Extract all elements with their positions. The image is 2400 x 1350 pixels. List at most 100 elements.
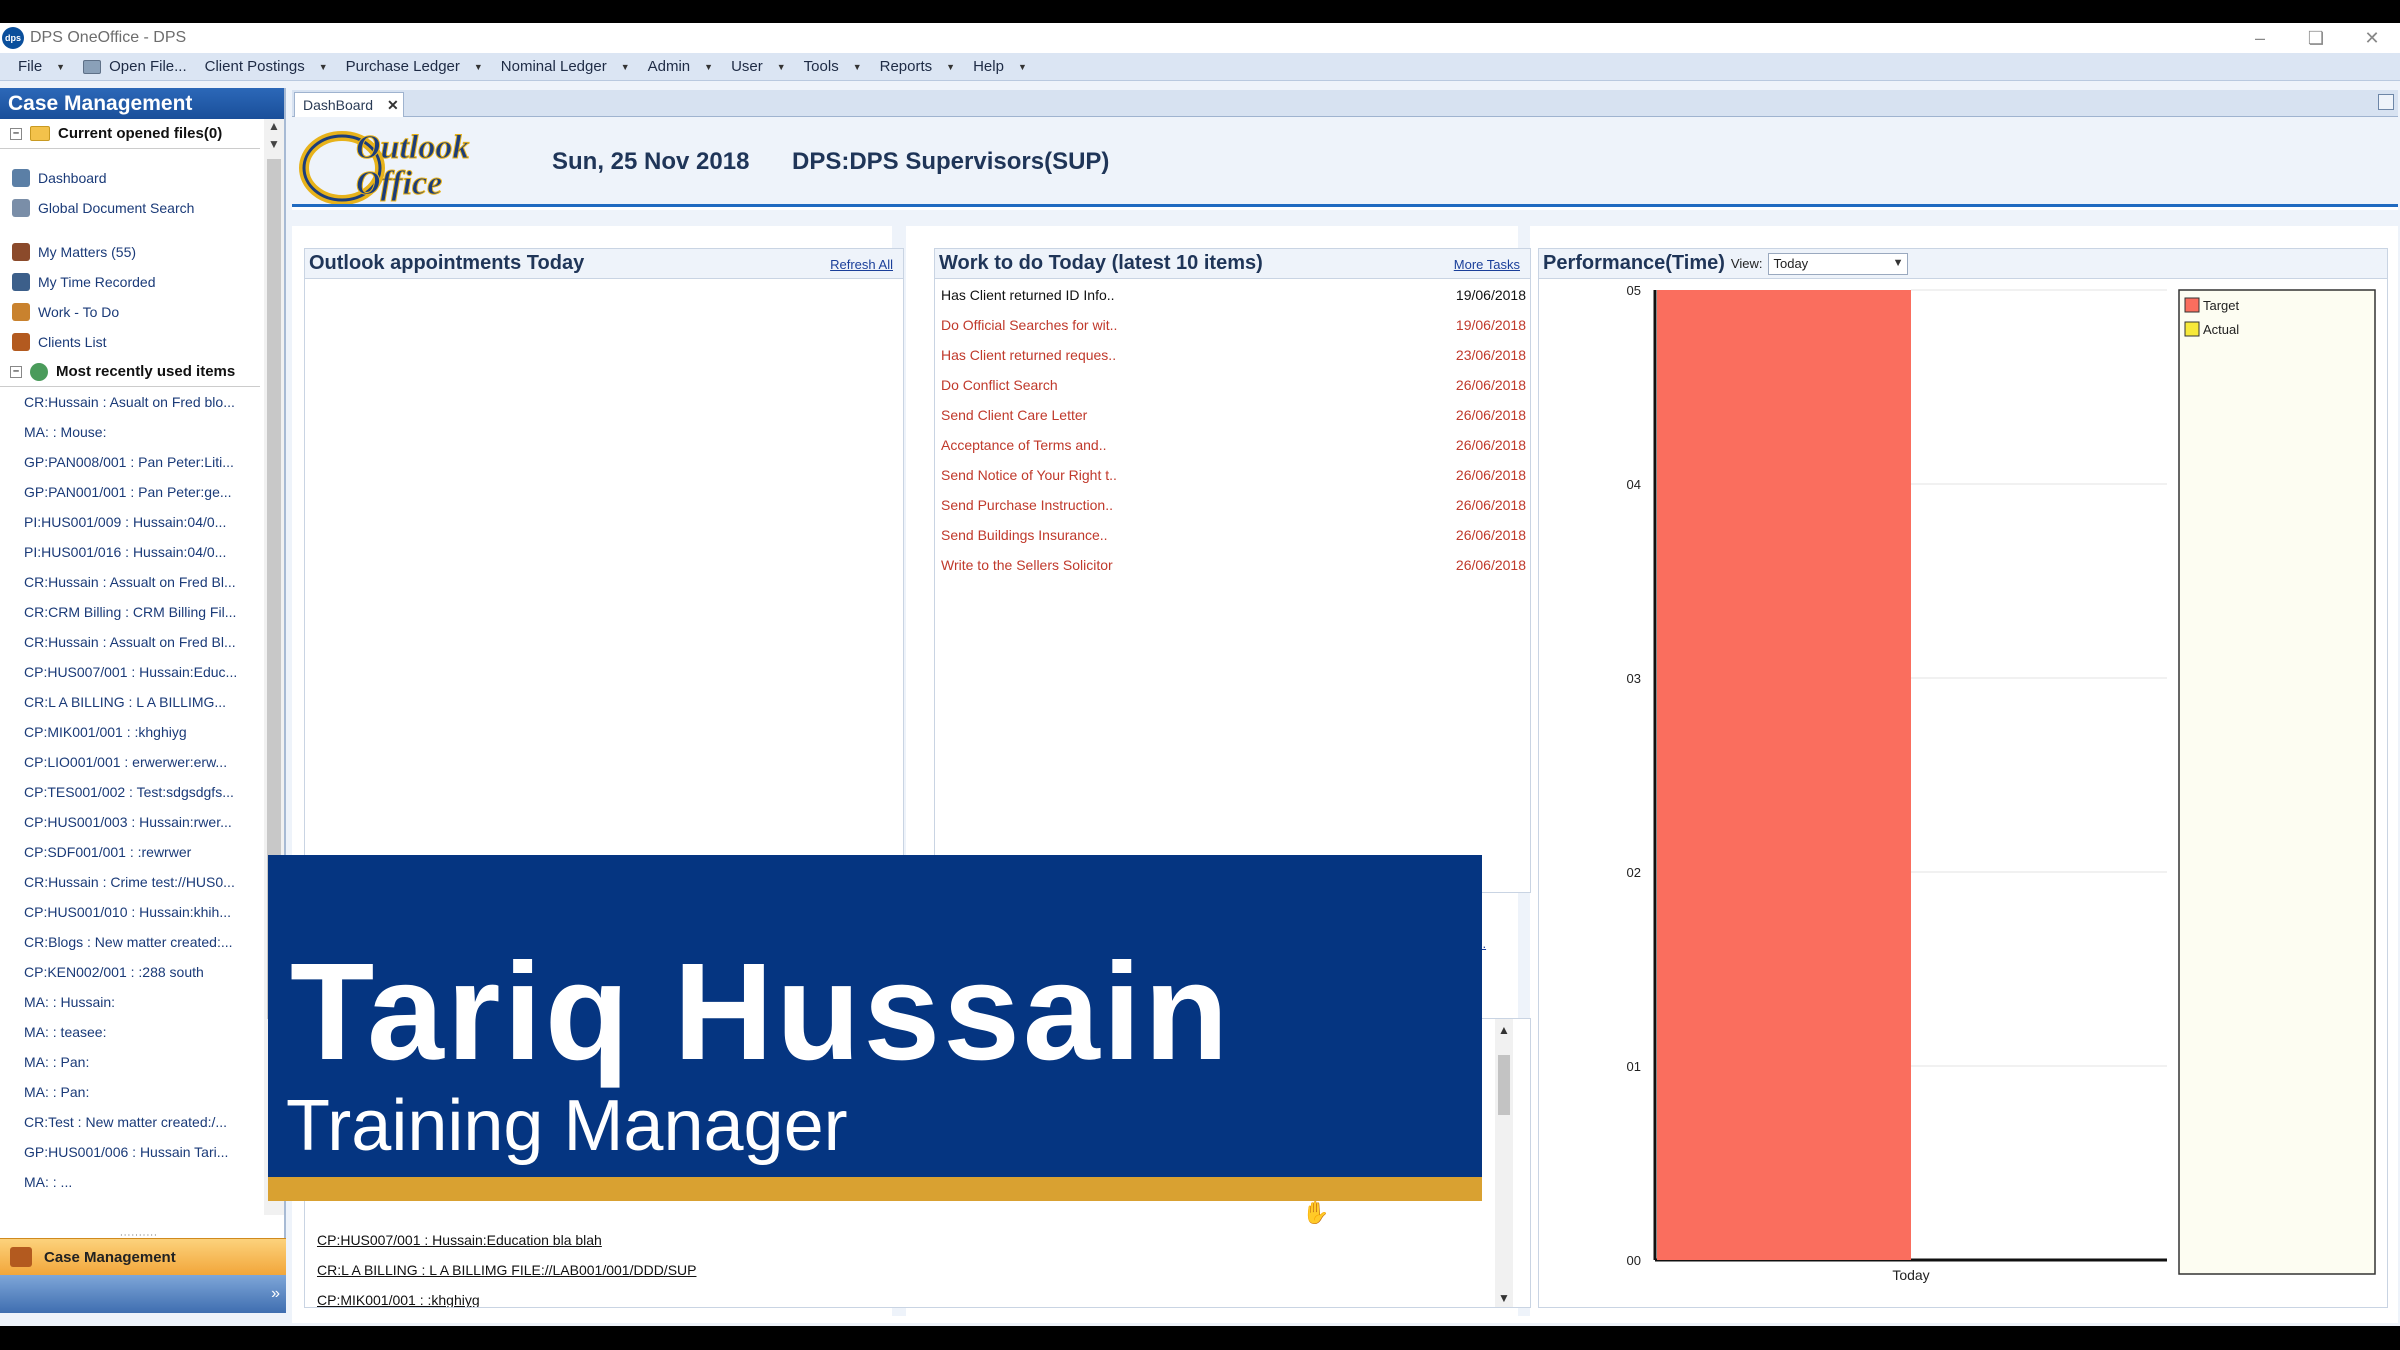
chevron-down-icon[interactable]: ▼ (1018, 62, 1027, 72)
mru-item[interactable]: CP:SDF001/001 : :rewrwer (0, 837, 266, 867)
menu-item-label: Nominal Ledger (500, 58, 607, 75)
task-row[interactable]: Do Conflict Search 26/06/2018 (935, 370, 1530, 400)
scroll-thumb[interactable] (1498, 1055, 1510, 1115)
maximize-document-icon[interactable] (2378, 94, 2394, 110)
restore-icon[interactable]: ❏ (2288, 23, 2344, 53)
task-row[interactable]: Write to the Sellers Solicitor 26/06/2018 (935, 550, 1530, 580)
mru-item[interactable]: CR:Hussain : Assualt on Fred Bl... (0, 627, 266, 657)
mru-item[interactable]: MA: : Pan: (0, 1047, 266, 1077)
chevron-down-icon[interactable]: ▼ (946, 62, 955, 72)
chevron-down-icon[interactable]: ▼ (777, 62, 786, 72)
sidebar-link[interactable]: Dashboard (0, 163, 266, 193)
menu-item[interactable]: Tools ▼ (786, 53, 862, 81)
task-row[interactable]: Has Client returned ID Info.. 19/06/2018 (935, 280, 1530, 310)
chevron-down-icon[interactable]: ▼ (474, 62, 483, 72)
mru-item[interactable]: CP:LIO001/001 : erwerwer:erw... (0, 747, 266, 777)
mru-item[interactable]: MA: : ... (0, 1167, 266, 1197)
task-row[interactable]: Send Purchase Instruction.. 26/06/2018 (935, 490, 1530, 520)
scroll-down-icon[interactable]: ▼ (1495, 1291, 1513, 1305)
case-management-button[interactable]: Case Management (0, 1238, 286, 1275)
sidebar-link[interactable]: Work - To Do (0, 297, 266, 327)
mru-item[interactable]: PI:HUS001/016 : Hussain:04/0... (0, 537, 266, 567)
mru-item[interactable]: CP:MIK001/001 : :khghiyg (0, 717, 266, 747)
menu-item[interactable]: Admin ▼ (630, 53, 713, 81)
menu-item[interactable]: Purchase Ledger ▼ (328, 53, 483, 81)
logo-text-office: Office (356, 165, 442, 202)
sidebar-link[interactable]: My Time Recorded (0, 267, 266, 297)
task-row[interactable]: Send Notice of Your Right t.. 26/06/2018 (935, 460, 1530, 490)
minimize-icon[interactable]: – (2232, 23, 2288, 53)
mru-item[interactable]: CP:HUS001/010 : Hussain:khih... (0, 897, 266, 927)
collapse-icon[interactable]: – (10, 365, 22, 378)
more-buttons-icon[interactable]: » (271, 1285, 280, 1303)
mru-item[interactable]: CR:Blogs : New matter created:... (0, 927, 266, 957)
folder-icon (83, 59, 102, 74)
recent-file-item[interactable]: CR:L A BILLING : L A BILLIMG FILE://LAB0… (317, 1262, 696, 1278)
sidebar-link-label: My Time Recorded (38, 274, 156, 290)
menu-item[interactable]: User ▼ (713, 53, 786, 81)
menu-item[interactable]: Help ▼ (955, 53, 1027, 81)
mru-item[interactable]: PI:HUS001/009 : Hussain:04/0... (0, 507, 266, 537)
refresh-all-link[interactable]: Refresh All (830, 257, 893, 272)
menu-item[interactable]: Client Postings ▼ (187, 53, 328, 81)
menu-item-label: Tools (803, 58, 839, 75)
document-search-icon (12, 199, 30, 217)
scroll-up-icon[interactable]: ▲ (264, 119, 284, 139)
menu-item[interactable]: Nominal Ledger ▼ (483, 53, 630, 81)
mru-item[interactable]: CP:HUS007/001 : Hussain:Educ... (0, 657, 266, 687)
task-name: Has Client returned reques.. (941, 347, 1117, 363)
chevron-down-icon[interactable]: ▼ (621, 62, 630, 72)
mru-item[interactable]: MA: : teasee: (0, 1017, 266, 1047)
current-date: Sun, 25 Nov 2018 (552, 148, 750, 175)
tab-dashboard[interactable]: DashBoard ✕ (294, 92, 404, 117)
mru-item[interactable]: CR:Hussain : Crime test://HUS0... (0, 867, 266, 897)
scroll-down-icon[interactable]: ▼ (264, 137, 284, 157)
sidebar-link[interactable]: Global Document Search (0, 193, 266, 223)
sidebar-link[interactable]: Clients List (0, 327, 266, 357)
task-row[interactable]: Send Client Care Letter 26/06/2018 (935, 400, 1530, 430)
mru-item[interactable]: GP:PAN008/001 : Pan Peter:Liti... (0, 447, 266, 477)
chevron-down-icon[interactable]: ▼ (704, 62, 713, 72)
mru-item[interactable]: CR:Test : New matter created:/... (0, 1107, 266, 1137)
mru-group[interactable]: – Most recently used items (0, 357, 260, 387)
mru-item[interactable]: GP:HUS001/006 : Hussain Tari... (0, 1137, 266, 1167)
menu-item[interactable]: File ▼ (0, 53, 65, 81)
mru-item[interactable]: CR:L A BILLING : L A BILLIMG... (0, 687, 266, 717)
recent-file-item[interactable]: CP:HUS007/001 : Hussain:Education bla bl… (317, 1232, 602, 1248)
mru-item[interactable]: CR:Hussain : Asualt on Fred blo... (0, 387, 266, 417)
current-files-group[interactable]: – Current opened files(0) (0, 119, 260, 149)
more-tasks-link[interactable]: More Tasks (1454, 257, 1520, 272)
mru-item[interactable]: CR:CRM Billing : CRM Billing Fil... (0, 597, 266, 627)
chevron-down-icon[interactable]: ▼ (319, 62, 328, 72)
sidebar-link[interactable]: My Matters (55) (0, 237, 266, 267)
recent-files-scrollbar[interactable]: ▲ ▼ (1495, 1019, 1513, 1307)
mru-item[interactable]: MA: : Pan: (0, 1077, 266, 1107)
mru-item[interactable]: CP:TES001/002 : Test:sdgsdgfs... (0, 777, 266, 807)
task-row[interactable]: Has Client returned reques.. 23/06/2018 (935, 340, 1530, 370)
chevron-down-icon[interactable]: ▼ (56, 62, 65, 72)
mru-item[interactable]: CP:KEN002/001 : :288 south (0, 957, 266, 987)
view-select[interactable]: Today ▼ (1768, 252, 1909, 275)
menu-item[interactable]: Open File... (65, 53, 187, 81)
mru-item[interactable]: MA: : Hussain: (0, 987, 266, 1017)
task-name: Write to the Sellers Solicitor (941, 557, 1113, 573)
task-row[interactable]: Acceptance of Terms and.. 26/06/2018 (935, 430, 1530, 460)
close-icon[interactable]: ✕ (2344, 23, 2400, 53)
mru-item[interactable]: GP:PAN001/001 : Pan Peter:ge... (0, 477, 266, 507)
mru-item[interactable]: CR:Hussain : Assualt on Fred Bl... (0, 567, 266, 597)
screen: dps DPS OneOffice - DPS – ❏ ✕ File ▼ Open … (0, 0, 2400, 1350)
chevron-down-icon[interactable]: ▼ (1893, 257, 1904, 269)
close-tab-icon[interactable]: ✕ (387, 97, 399, 114)
performance-header: Performance(Time) View: Today ▼ (1539, 249, 2387, 279)
task-row[interactable]: Send Buildings Insurance.. 26/06/2018 (935, 520, 1530, 550)
performance-title: Performance(Time) (1543, 252, 1725, 274)
menu-item[interactable]: Reports ▼ (862, 53, 955, 81)
scroll-up-icon[interactable]: ▲ (1495, 1023, 1513, 1037)
collapse-icon[interactable]: – (10, 127, 22, 140)
recent-file-item[interactable]: CP:MIK001/001 : :khghiyg (317, 1292, 480, 1307)
mru-item[interactable]: CP:HUS001/003 : Hussain:rwer... (0, 807, 266, 837)
task-row[interactable]: Do Official Searches for wit.. 19/06/2018 (935, 310, 1530, 340)
mru-item[interactable]: MA: : Mouse: (0, 417, 266, 447)
chevron-down-icon[interactable]: ▼ (853, 62, 862, 72)
document-tab-strip: DashBoard ✕ (292, 90, 2398, 117)
